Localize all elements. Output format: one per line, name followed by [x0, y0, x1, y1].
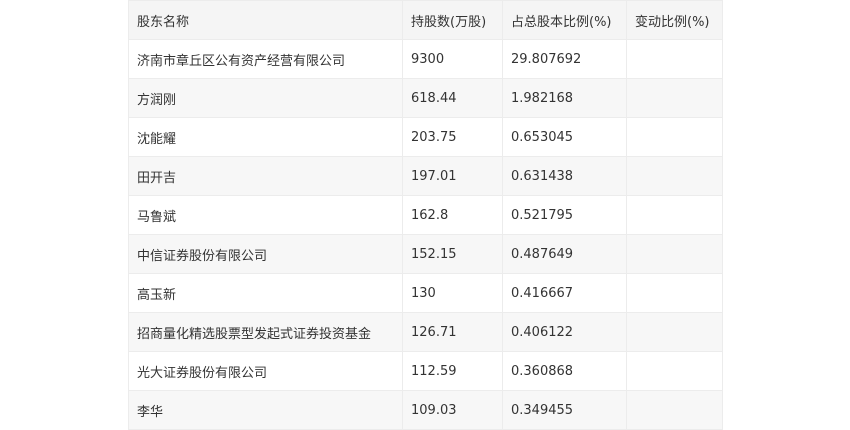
- holder-name-cell: 沈能耀: [128, 117, 403, 157]
- ratio-cell: 1.982168: [502, 78, 627, 118]
- holder-name-cell: 李华: [128, 390, 403, 430]
- table-row: 李华 109.03 0.349455: [128, 390, 723, 430]
- table-header-row: 股东名称 持股数(万股) 占总股本比例(%) 变动比例(%): [128, 0, 723, 40]
- table-row: 方润刚 618.44 1.982168: [128, 78, 723, 118]
- shares-cell: 203.75: [402, 117, 503, 157]
- ratio-cell: 0.653045: [502, 117, 627, 157]
- shares-cell: 130: [402, 273, 503, 313]
- table-row: 光大证券股份有限公司 112.59 0.360868: [128, 351, 723, 391]
- shares-cell: 126.71: [402, 312, 503, 352]
- shares-cell: 152.15: [402, 234, 503, 274]
- change-cell: [626, 78, 723, 118]
- shares-cell: 618.44: [402, 78, 503, 118]
- shares-cell: 162.8: [402, 195, 503, 235]
- ratio-cell: 0.487649: [502, 234, 627, 274]
- shares-cell: 109.03: [402, 390, 503, 430]
- change-cell: [626, 312, 723, 352]
- change-cell: [626, 117, 723, 157]
- table-row: 中信证券股份有限公司 152.15 0.487649: [128, 234, 723, 274]
- holder-name-cell: 济南市章丘区公有资产经营有限公司: [128, 39, 403, 79]
- holder-name-cell: 方润刚: [128, 78, 403, 118]
- shares-cell: 9300: [402, 39, 503, 79]
- shares-cell: 197.01: [402, 156, 503, 196]
- holder-name-cell: 马鲁斌: [128, 195, 403, 235]
- shareholders-table: 股东名称 持股数(万股) 占总股本比例(%) 变动比例(%) 济南市章丘区公有资…: [128, 0, 723, 430]
- ratio-cell: 29.807692: [502, 39, 627, 79]
- table-row: 济南市章丘区公有资产经营有限公司 9300 29.807692: [128, 39, 723, 79]
- shares-cell: 112.59: [402, 351, 503, 391]
- ratio-cell: 0.360868: [502, 351, 627, 391]
- table-row: 田开吉 197.01 0.631438: [128, 156, 723, 196]
- holder-name-cell: 光大证券股份有限公司: [128, 351, 403, 391]
- col-header-holder-name: 股东名称: [128, 0, 403, 40]
- ratio-cell: 0.349455: [502, 390, 627, 430]
- table-row: 招商量化精选股票型发起式证券投资基金 126.71 0.406122: [128, 312, 723, 352]
- change-cell: [626, 390, 723, 430]
- table-row: 高玉新 130 0.416667: [128, 273, 723, 313]
- table-row: 马鲁斌 162.8 0.521795: [128, 195, 723, 235]
- change-cell: [626, 273, 723, 313]
- col-header-shares: 持股数(万股): [402, 0, 503, 40]
- col-header-change: 变动比例(%): [626, 0, 723, 40]
- ratio-cell: 0.631438: [502, 156, 627, 196]
- change-cell: [626, 39, 723, 79]
- holder-name-cell: 中信证券股份有限公司: [128, 234, 403, 274]
- change-cell: [626, 156, 723, 196]
- holder-name-cell: 招商量化精选股票型发起式证券投资基金: [128, 312, 403, 352]
- col-header-ratio: 占总股本比例(%): [502, 0, 627, 40]
- change-cell: [626, 351, 723, 391]
- ratio-cell: 0.416667: [502, 273, 627, 313]
- holder-name-cell: 田开吉: [128, 156, 403, 196]
- change-cell: [626, 234, 723, 274]
- table-row: 沈能耀 203.75 0.653045: [128, 117, 723, 157]
- change-cell: [626, 195, 723, 235]
- ratio-cell: 0.406122: [502, 312, 627, 352]
- ratio-cell: 0.521795: [502, 195, 627, 235]
- holder-name-cell: 高玉新: [128, 273, 403, 313]
